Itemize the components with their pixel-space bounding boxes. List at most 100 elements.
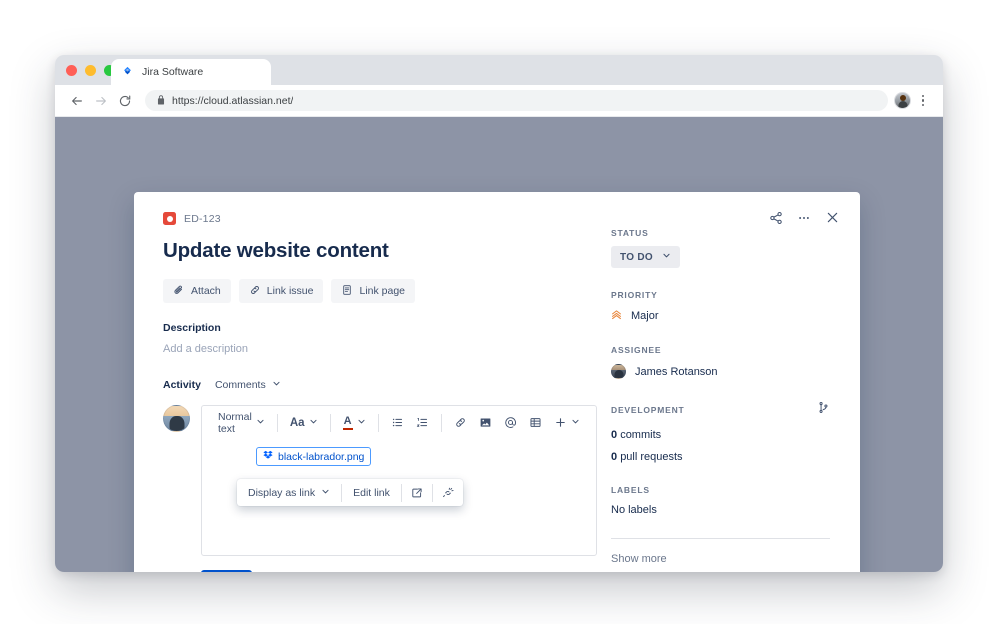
save-button[interactable]: Save — [201, 570, 252, 572]
link-page-button[interactable]: Link page — [331, 279, 416, 303]
display-as-link-label: Display as link — [248, 486, 316, 499]
priority-label: Priority — [611, 290, 658, 300]
labels-label: Labels — [611, 485, 650, 495]
browser-toolbar: https://cloud.atlassian.net/ — [55, 85, 943, 117]
edit-link-button[interactable]: Edit link — [342, 479, 401, 506]
edit-link-label: Edit link — [353, 486, 390, 499]
unlink-icon[interactable] — [433, 479, 463, 506]
pull-requests-line[interactable]: 0 pull requests — [611, 451, 830, 463]
development-label: Development — [611, 405, 685, 415]
address-bar-url: https://cloud.atlassian.net/ — [172, 94, 294, 107]
editor-content[interactable]: black-labrador.png — [202, 439, 596, 474]
editor-text-color-label: A — [343, 414, 352, 427]
minimize-window-button[interactable] — [85, 65, 96, 76]
editor-font-format-label: Aa — [289, 416, 305, 429]
avatar — [163, 405, 190, 432]
image-icon[interactable] — [473, 412, 498, 434]
close-icon[interactable] — [825, 210, 840, 225]
quick-actions-row: Attach Link issue Link page — [163, 279, 589, 303]
commits-label: commits — [620, 429, 662, 441]
toolbar-divider — [329, 413, 331, 432]
divider — [611, 538, 830, 539]
bullet-list-icon[interactable] — [385, 412, 410, 434]
window-controls — [66, 65, 115, 76]
attach-button[interactable]: Attach — [163, 279, 231, 303]
priority-value-row[interactable]: Major — [611, 309, 830, 323]
paperclip-icon — [173, 284, 185, 299]
status-value: TO DO — [620, 251, 653, 263]
editor-text-color-dropdown[interactable]: A — [337, 412, 372, 434]
cancel-button[interactable]: Close — [262, 570, 301, 572]
table-icon[interactable] — [523, 412, 548, 434]
plus-icon — [554, 416, 567, 429]
create-branch-icon[interactable] — [817, 401, 830, 419]
breadcrumb: ED-123 — [163, 212, 589, 225]
close-window-button[interactable] — [66, 65, 77, 76]
profile-avatar[interactable] — [894, 92, 911, 109]
page-icon — [341, 284, 353, 299]
priority-section: Priority Major — [611, 290, 830, 323]
issue-side-panel: Status TO DO Priority — [589, 192, 860, 572]
open-in-new-icon[interactable] — [402, 479, 432, 506]
share-icon[interactable] — [769, 211, 783, 225]
forward-button[interactable] — [89, 89, 113, 113]
issue-main-column: ED-123 Update website content Attach Lin… — [134, 192, 597, 572]
comment-editor-area: Normal text Aa A black-labrador.png Disp… — [163, 405, 597, 556]
link-issue-button-label: Link issue — [266, 285, 314, 297]
link-icon — [249, 284, 261, 299]
editor-insert-more-dropdown[interactable] — [548, 412, 586, 434]
attach-button-label: Attach — [191, 285, 221, 297]
commits-line[interactable]: 0 commits — [611, 429, 830, 441]
activity-filter-comments[interactable]: Comments — [215, 379, 281, 391]
assignee-value-row[interactable]: James Rotanson — [611, 364, 830, 379]
priority-value: Major — [631, 310, 659, 322]
pull-requests-count: 0 — [611, 451, 618, 463]
mention-icon[interactable] — [498, 412, 523, 434]
kebab-menu-icon[interactable] — [913, 89, 933, 113]
chevron-down-icon — [662, 251, 671, 263]
issue-detail-modal: ED-123 Update website content Attach Lin… — [134, 192, 860, 572]
lock-icon — [157, 92, 165, 110]
toolbar-divider — [440, 413, 442, 432]
labels-value[interactable]: No labels — [611, 504, 830, 516]
browser-titlebar: Jira Software — [55, 55, 943, 85]
chevron-down-icon — [256, 417, 265, 429]
link-issue-button[interactable]: Link issue — [238, 279, 324, 303]
chevron-down-icon — [309, 417, 318, 429]
back-button[interactable] — [65, 89, 89, 113]
modal-header-actions — [769, 210, 840, 225]
rich-text-editor[interactable]: Normal text Aa A black-labrador.png Disp… — [201, 405, 597, 556]
page-title[interactable]: Update website content — [163, 239, 589, 263]
reload-button[interactable] — [113, 89, 137, 113]
assignee-value: James Rotanson — [635, 365, 718, 378]
attachment-link-chip[interactable]: black-labrador.png — [256, 447, 372, 466]
development-section: Development 0 commits 0 — [611, 401, 830, 463]
link-page-button-label: Link page — [359, 285, 406, 297]
bug-issue-type-icon — [163, 212, 176, 225]
editor-actions: Save Close — [201, 570, 589, 572]
chevron-down-icon — [321, 487, 330, 499]
show-more-button[interactable]: Show more — [611, 553, 830, 565]
description-placeholder[interactable]: Add a description — [163, 343, 589, 355]
editor-font-format-dropdown[interactable]: Aa — [284, 412, 324, 434]
display-as-link-dropdown[interactable]: Display as link — [237, 479, 341, 506]
status-badge[interactable]: TO DO — [611, 246, 680, 268]
address-bar[interactable]: https://cloud.atlassian.net/ — [145, 90, 888, 111]
chevron-down-icon — [272, 379, 281, 391]
issue-key[interactable]: ED-123 — [184, 213, 221, 225]
description-section: Description Add a description — [163, 322, 589, 355]
activity-filter-label: Comments — [214, 379, 266, 391]
priority-major-icon — [611, 309, 622, 323]
editor-text-style-dropdown[interactable]: Normal text — [212, 411, 271, 435]
link-icon[interactable] — [448, 412, 473, 434]
description-label: Description — [163, 322, 221, 334]
browser-tab-title: Jira Software — [142, 66, 204, 78]
browser-window: Jira Software https://cloud.atlassian.ne… — [55, 55, 943, 572]
text-color-swatch — [342, 427, 353, 430]
more-options-icon[interactable] — [797, 211, 811, 225]
activity-section-header: Activity Comments — [163, 379, 589, 391]
assignee-section: Assignee James Rotanson — [611, 345, 830, 379]
activity-label: Activity — [163, 379, 201, 391]
browser-tab[interactable]: Jira Software — [111, 59, 271, 85]
numbered-list-icon[interactable] — [410, 412, 435, 434]
